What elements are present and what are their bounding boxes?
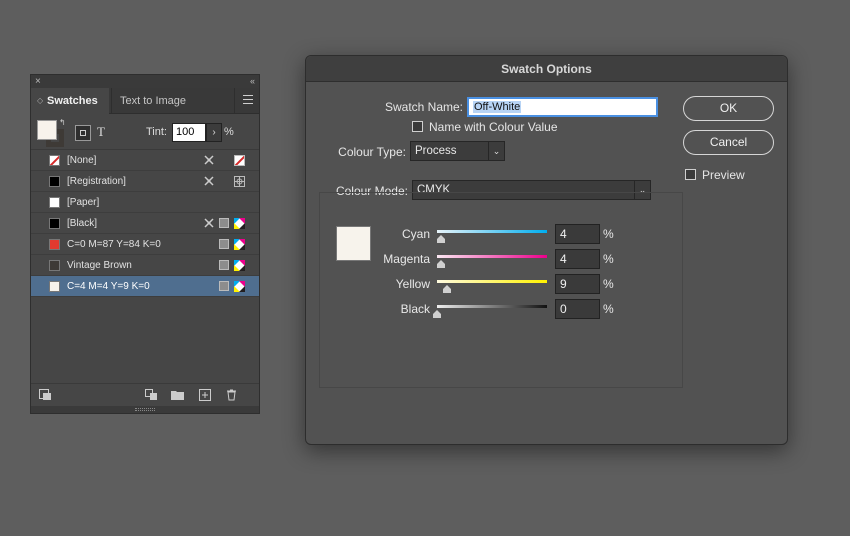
slider-label-magenta: Magenta [383, 252, 430, 266]
new-color-group-icon[interactable] [145, 389, 158, 401]
panel-header-bar: × ‹‹ [31, 75, 259, 88]
swatch-name: [None] [67, 155, 97, 166]
swatch-color-chip [49, 197, 60, 208]
swatch-name-label: Swatch Name: [384, 100, 463, 114]
swatch-color-chip [49, 155, 60, 166]
tint-label: Tint: [146, 126, 167, 138]
tint-slider-arrow-icon[interactable]: › [206, 123, 222, 142]
ok-button[interactable]: OK [683, 96, 774, 121]
swatch-name-input[interactable]: Off-White [467, 97, 658, 117]
preview-checkbox[interactable] [685, 169, 696, 180]
registration-icon [234, 176, 245, 187]
chevron-down-icon: ⌄ [488, 142, 504, 160]
swatch-color-chip [49, 239, 60, 250]
tab-swatches-label: Swatches [47, 95, 98, 107]
close-panel-icon[interactable]: × [35, 75, 41, 88]
none-swatch-icon [234, 155, 245, 166]
formatting-affects-text-icon[interactable]: T [97, 124, 105, 140]
cmyk-icon [234, 281, 245, 292]
colour-type-label: Colour Type: [338, 145, 406, 159]
process-color-icon [219, 218, 229, 228]
swatch-row[interactable]: Vintage Brown [31, 255, 259, 276]
slider-label-cyan: Cyan [401, 227, 430, 241]
new-swatch-icon[interactable] [199, 389, 212, 401]
cmyk-icon [234, 239, 245, 250]
formatting-affects-container-icon[interactable] [75, 125, 91, 141]
colour-type-select[interactable]: Process ⌄ [410, 141, 505, 161]
slider-track-cyan[interactable] [437, 230, 547, 233]
swatch-name: [Black] [67, 218, 98, 229]
colour-preview-swatch [336, 226, 371, 261]
slider-thumb-base [437, 264, 446, 268]
percent-sign: % [603, 302, 614, 316]
swatch-name: [Registration] [67, 176, 126, 187]
panel-tabs: ◇ Swatches Text to Image [31, 88, 259, 114]
tab-text-to-image-label: Text to Image [120, 95, 187, 107]
no-edit-icon [204, 155, 214, 165]
swatch-name: C=4 M=4 Y=9 K=0 [67, 281, 150, 292]
slider-value-black[interactable]: 0 [555, 299, 600, 319]
swatch-row[interactable]: C=0 M=87 Y=84 K=0 [31, 234, 259, 255]
swatch-list: [None] [Registration] [Paper] [Black] C=0 M=… [31, 150, 259, 297]
trash-icon[interactable] [225, 389, 238, 401]
swatch-name: C=0 M=87 Y=84 K=0 [67, 239, 161, 250]
swatches-panel: × ‹‹ ◇ Swatches Text to Image ↰ T Tint: … [30, 74, 260, 414]
slider-track-black[interactable] [437, 305, 547, 308]
swatch-color-chip [49, 281, 60, 292]
swatch-row[interactable]: [Paper] [31, 192, 259, 213]
preview-label: Preview [702, 168, 745, 182]
tab-grip-icon: ◇ [37, 96, 44, 105]
no-edit-icon [204, 176, 214, 186]
tint-percent: % [224, 126, 234, 138]
tab-text-to-image[interactable]: Text to Image [111, 88, 235, 114]
swatch-name: Vintage Brown [67, 260, 132, 271]
swatch-color-chip [49, 218, 60, 229]
process-color-icon [219, 281, 229, 291]
show-swatch-kinds-icon[interactable] [39, 389, 52, 401]
tab-swatches[interactable]: ◇ Swatches [31, 88, 109, 114]
slider-thumb-base [437, 239, 446, 243]
panel-menu-icon[interactable] [243, 95, 253, 105]
percent-sign: % [603, 227, 614, 241]
slider-label-black: Black [400, 302, 430, 316]
cancel-button[interactable]: Cancel [683, 130, 774, 155]
percent-sign: % [603, 252, 614, 266]
process-color-icon [219, 239, 229, 249]
cmyk-icon [234, 260, 245, 271]
swatch-row[interactable]: [Black] [31, 213, 259, 234]
slider-label-yellow: Yellow [395, 277, 430, 291]
swatch-color-chip [49, 176, 60, 187]
swatch-row[interactable]: C=4 M=4 Y=9 K=0 [31, 276, 259, 297]
swap-fill-stroke-icon[interactable]: ↰ [59, 118, 66, 127]
swatch-row[interactable]: [Registration] [31, 171, 259, 192]
slider-value-magenta[interactable]: 4 [555, 249, 600, 269]
collapse-panel-icon[interactable]: ‹‹ [250, 75, 255, 88]
panel-footer [31, 383, 259, 405]
no-edit-icon [204, 218, 214, 228]
swatch-name-value: Off-White [473, 101, 522, 113]
slider-track-yellow[interactable] [437, 280, 547, 283]
name-with-colour-value-label: Name with Colour Value [429, 120, 558, 134]
slider-value-yellow[interactable]: 9 [555, 274, 600, 294]
name-with-colour-value-checkbox[interactable] [412, 121, 423, 132]
swatch-toolbar: ↰ T Tint: 100 › % [31, 114, 259, 150]
percent-sign: % [603, 277, 614, 291]
slider-value-cyan[interactable]: 4 [555, 224, 600, 244]
swatch-color-chip [49, 260, 60, 271]
dialog-title: Swatch Options [306, 56, 787, 82]
slider-thumb-base [433, 314, 441, 318]
process-color-icon [219, 260, 229, 270]
colour-type-value: Process [415, 145, 457, 157]
tint-input[interactable]: 100 [172, 123, 206, 142]
swatch-name: [Paper] [67, 197, 100, 208]
folder-icon[interactable] [171, 389, 184, 401]
fill-color-box[interactable] [37, 120, 57, 140]
swatch-row[interactable]: [None] [31, 150, 259, 171]
panel-resize-handle[interactable] [31, 406, 259, 413]
slider-track-magenta[interactable] [437, 255, 547, 258]
cmyk-icon [234, 218, 245, 229]
slider-thumb-base [442, 289, 451, 293]
swatch-options-dialog: Swatch Options Swatch Name: Off-White Na… [305, 55, 788, 445]
